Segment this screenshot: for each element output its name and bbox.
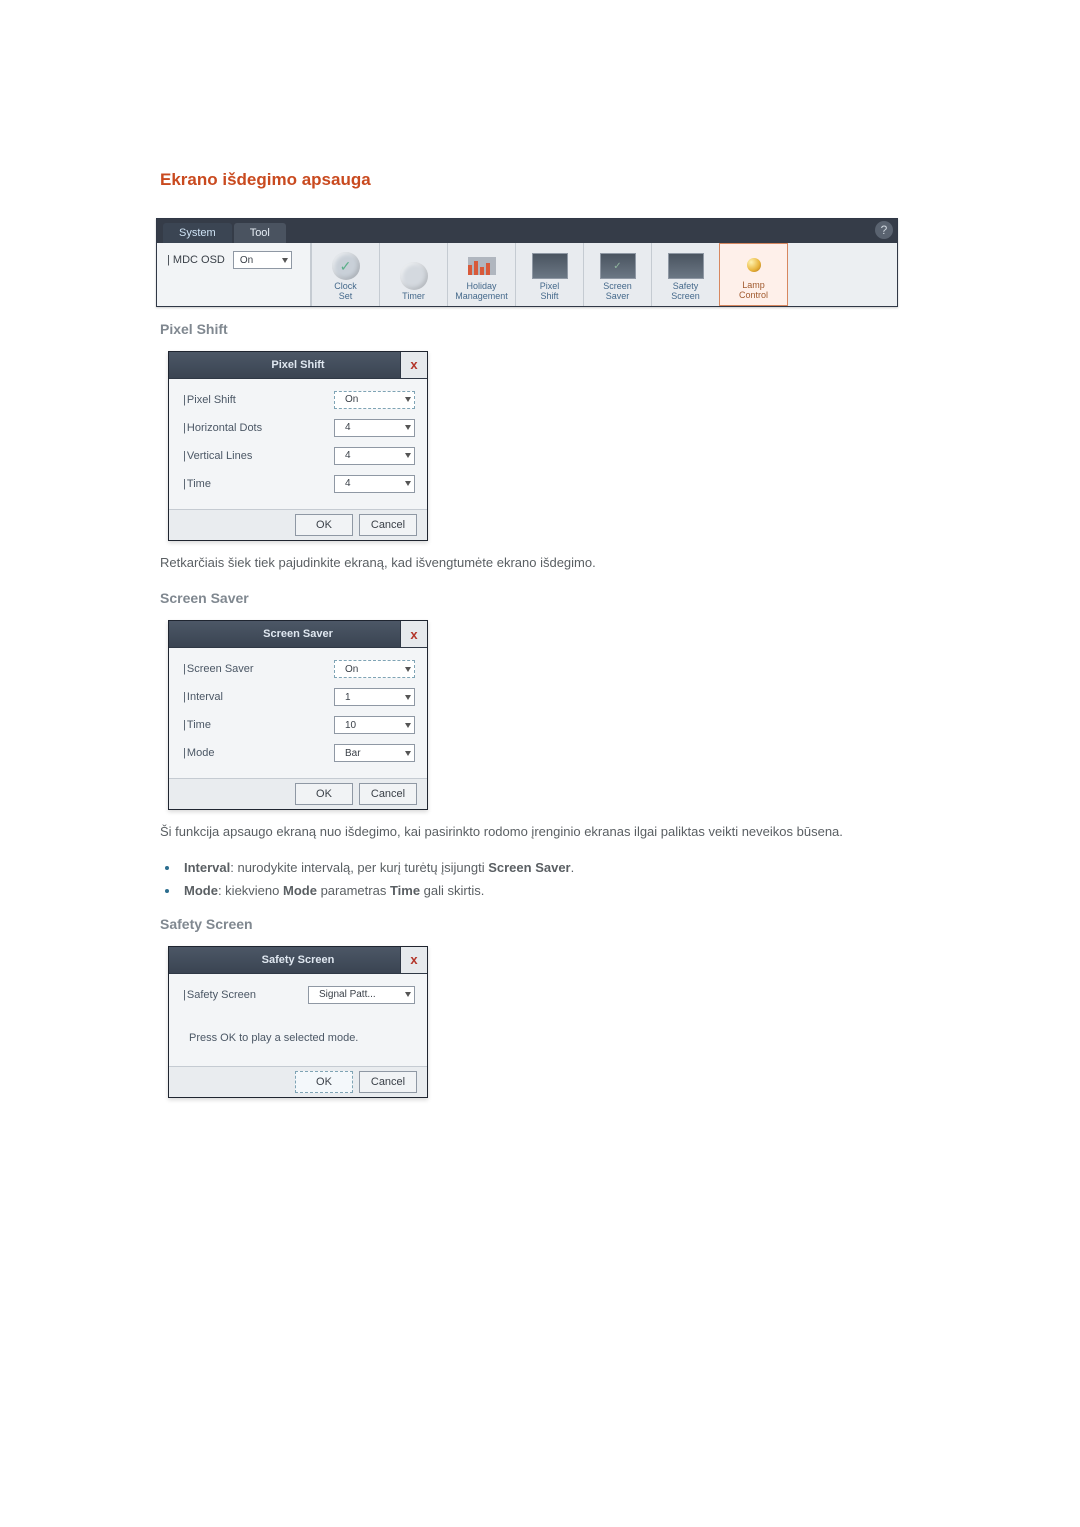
chevron-down-icon bbox=[405, 425, 411, 430]
time-label: Time bbox=[183, 478, 334, 490]
safety-screen-dialog-title: Safety Screen x bbox=[169, 947, 427, 974]
check-icon: ✓ bbox=[340, 258, 352, 275]
tool-timer[interactable]: Timer bbox=[379, 243, 447, 306]
interval-select[interactable]: 1 bbox=[334, 688, 415, 706]
chevron-down-icon bbox=[405, 751, 411, 756]
mode-label: Mode bbox=[183, 747, 334, 759]
ok-button[interactable]: OK bbox=[295, 514, 353, 536]
hdots-label: Horizontal Dots bbox=[183, 422, 334, 434]
chevron-down-icon bbox=[405, 481, 411, 486]
cancel-button[interactable]: Cancel bbox=[359, 783, 417, 805]
bullet-list: Interval: nurodykite intervalą, per kurį… bbox=[160, 860, 920, 898]
cancel-button[interactable]: Cancel bbox=[359, 1071, 417, 1093]
interval-label: Interval bbox=[183, 691, 334, 703]
close-icon[interactable]: x bbox=[400, 947, 427, 973]
ok-button[interactable]: OK bbox=[295, 1071, 353, 1093]
tool-lamp-control[interactable]: Lamp Control bbox=[719, 243, 788, 306]
chevron-down-icon bbox=[282, 258, 288, 263]
ss-time-select[interactable]: 10 bbox=[334, 716, 415, 734]
screen-saver-body-text: Ši funkcija apsaugo ekraną nuo išdegimo,… bbox=[160, 822, 920, 842]
toolbar: System Tool ? | MDC OSD On ✓ Clock Set bbox=[156, 218, 898, 307]
chevron-down-icon bbox=[405, 723, 411, 728]
heading-screen-saver: Screen Saver bbox=[160, 590, 920, 606]
screen-saver-select[interactable]: On bbox=[334, 660, 415, 678]
screen-saver-dialog-title: Screen Saver x bbox=[169, 621, 427, 648]
list-item: Mode: kiekvieno Mode parametras Time gal… bbox=[180, 883, 920, 898]
tool-holiday-management[interactable]: Holiday Management bbox=[447, 243, 515, 306]
pixel-shift-dialog-title: Pixel Shift x bbox=[169, 352, 427, 379]
chevron-down-icon bbox=[405, 667, 411, 672]
hdots-select[interactable]: 4 bbox=[334, 419, 415, 437]
pixel-shift-select[interactable]: On bbox=[334, 391, 415, 409]
heading-safety-screen: Safety Screen bbox=[160, 916, 920, 932]
time-select[interactable]: 4 bbox=[334, 475, 415, 493]
toolbar-left-panel: | MDC OSD On bbox=[157, 243, 311, 306]
chevron-down-icon bbox=[405, 695, 411, 700]
cancel-button[interactable]: Cancel bbox=[359, 514, 417, 536]
safety-screen-dialog: Safety Screen x Safety Screen Signal Pat… bbox=[168, 946, 428, 1098]
screen-saver-label: Screen Saver bbox=[183, 663, 334, 675]
vlines-select[interactable]: 4 bbox=[334, 447, 415, 465]
ok-button[interactable]: OK bbox=[295, 783, 353, 805]
chevron-down-icon bbox=[405, 453, 411, 458]
safety-screen-msg: Press OK to play a selected mode. bbox=[183, 1028, 415, 1060]
tool-pixel-shift[interactable]: Pixel Shift bbox=[515, 243, 583, 306]
mode-select[interactable]: Bar bbox=[334, 744, 415, 762]
safety-screen-select[interactable]: Signal Patt... bbox=[308, 986, 415, 1004]
screen-saver-dialog: Screen Saver x Screen Saver On Interval … bbox=[168, 620, 428, 810]
close-icon[interactable]: x bbox=[400, 621, 427, 647]
tab-system[interactable]: System bbox=[163, 223, 232, 243]
chevron-down-icon bbox=[405, 397, 411, 402]
safety-screen-label: Safety Screen bbox=[183, 989, 308, 1001]
toolbar-tabrow: System Tool ? bbox=[157, 219, 897, 243]
mdc-osd-select[interactable]: On bbox=[233, 251, 292, 269]
ss-time-label: Time bbox=[183, 719, 334, 731]
heading-pixel-shift: Pixel Shift bbox=[160, 321, 920, 337]
tool-screen-saver[interactable]: ✓ Screen Saver bbox=[583, 243, 651, 306]
pixel-shift-dialog: Pixel Shift x Pixel Shift On Horizontal … bbox=[168, 351, 428, 541]
mdc-osd-label: | MDC OSD bbox=[167, 254, 225, 266]
tool-safety-screen[interactable]: Safety Screen bbox=[651, 243, 719, 306]
help-icon[interactable]: ? bbox=[875, 221, 893, 239]
thumb-icon bbox=[532, 253, 568, 279]
page-title: Ekrano išdegimo apsauga bbox=[160, 170, 920, 190]
close-icon[interactable]: x bbox=[400, 352, 427, 378]
vlines-label: Vertical Lines bbox=[183, 450, 334, 462]
list-item: Interval: nurodykite intervalą, per kurį… bbox=[180, 860, 920, 875]
pixel-shift-label: Pixel Shift bbox=[183, 394, 334, 406]
tab-tool[interactable]: Tool bbox=[234, 223, 286, 243]
lamp-icon bbox=[747, 258, 761, 272]
pixel-shift-body-text: Retkarčiais šiek tiek pajudinkite ekraną… bbox=[160, 553, 920, 573]
chevron-down-icon bbox=[405, 992, 411, 997]
tool-clock-set[interactable]: ✓ Clock Set bbox=[311, 243, 379, 306]
